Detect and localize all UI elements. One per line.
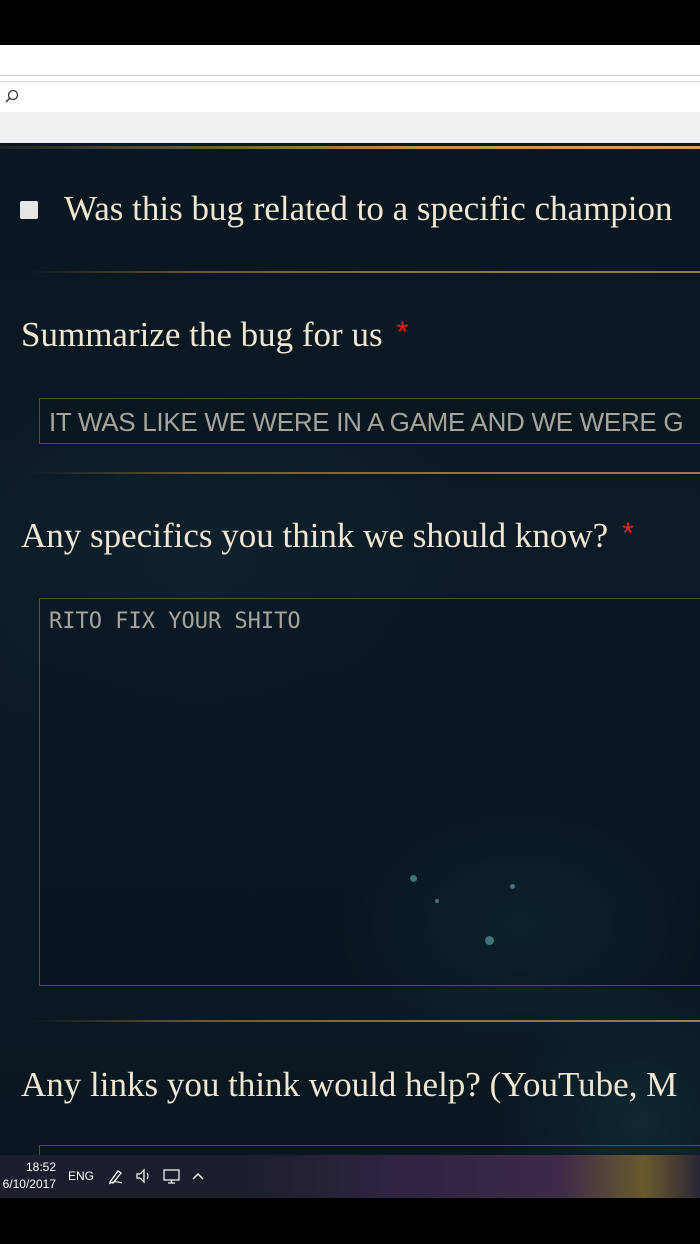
form-top-rule [0,146,700,149]
summary-label: Summarize the bug for us [21,315,383,354]
background-particle [410,875,417,882]
browser-chrome [0,45,700,143]
background-particle [510,884,515,889]
windows-taskbar: 18:52 6/10/2017 ENG [0,1155,700,1198]
specifics-textarea-value: RITO FIX YOUR SHITO [49,609,301,634]
champion-question-label: Was this bug related to a specific champ… [64,189,673,228]
links-input[interactable] [39,1145,700,1155]
find-bar[interactable] [0,81,700,113]
pen-icon[interactable] [106,1166,126,1186]
screen-bottom-bezel [0,1198,700,1244]
background-particle [435,899,439,903]
specifics-question: Any specifics you think we should know? * [21,516,634,556]
volume-icon[interactable] [134,1166,154,1186]
summary-input[interactable]: IT WAS LIKE WE WERE IN A GAME AND WE WER… [39,398,700,444]
screen-top-bezel [0,0,700,45]
section-divider [30,472,700,474]
chevron-up-icon[interactable] [188,1166,208,1186]
summary-question: Summarize the bug for us * [21,315,408,355]
clock-date: 6/10/2017 [2,1177,56,1191]
browser-divider [0,75,700,76]
summary-input-value: IT WAS LIKE WE WERE IN A GAME AND WE WER… [49,407,684,437]
background-particle [485,936,494,945]
browser-toolbar-area [0,112,700,143]
taskbar-clock[interactable]: 18:52 6/10/2017 [0,1159,56,1193]
clock-time: 18:52 [25,1160,56,1174]
specifics-label: Any specifics you think we should know? [21,516,609,555]
network-icon[interactable] [162,1166,182,1186]
required-asterisk: * [622,517,634,550]
search-icon[interactable] [4,88,20,104]
language-indicator[interactable]: ENG [68,1169,94,1183]
bug-report-form: Was this bug related to a specific champ… [0,143,700,1155]
required-asterisk: * [396,316,409,349]
section-divider [30,1020,700,1022]
section-divider [30,271,700,273]
links-question-label: Any links you think would help? (YouTube… [21,1065,678,1104]
specifics-textarea[interactable]: RITO FIX YOUR SHITO [39,598,700,986]
champion-related-checkbox[interactable] [20,201,38,219]
